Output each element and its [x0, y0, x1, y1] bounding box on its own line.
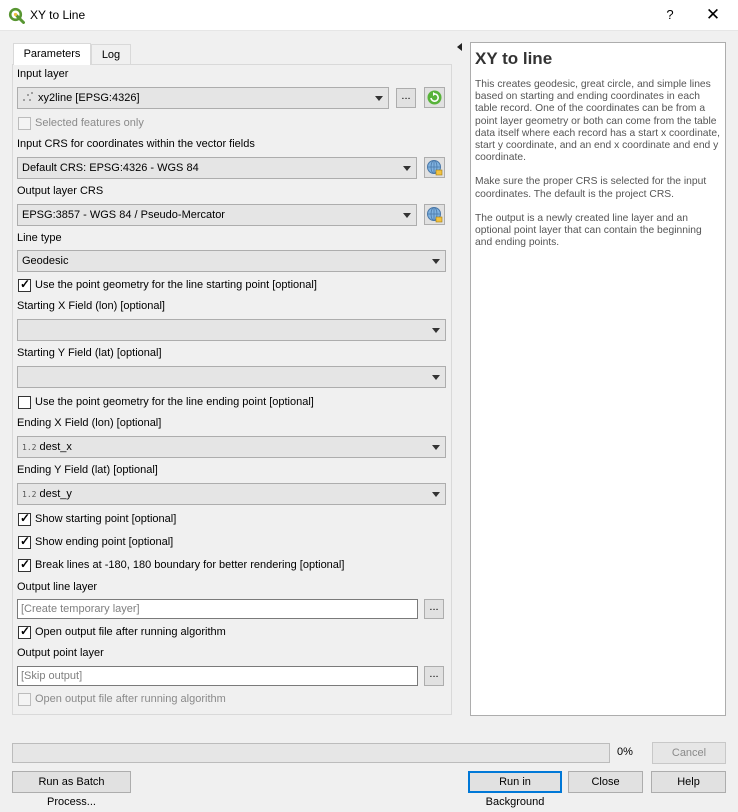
tab-log[interactable]: Log — [91, 44, 131, 65]
iterate-features-button[interactable] — [424, 87, 445, 108]
title-help-button[interactable]: ? — [660, 5, 680, 25]
start-y-combo[interactable] — [17, 366, 446, 388]
checkmark-icon: ✓ — [20, 624, 31, 638]
help-button[interactable]: Help — [651, 771, 726, 793]
line-type-value: Geodesic — [22, 255, 69, 267]
output-point-label: Output point layer — [17, 647, 104, 659]
open-line-output-checkbox[interactable]: ✓ — [18, 624, 31, 639]
show-start-checkbox[interactable]: ✓ — [18, 511, 31, 526]
qgis-logo-icon — [8, 7, 25, 24]
input-crs-value: Default CRS: EPSG:4326 - WGS 84 — [22, 162, 199, 174]
window-close-button[interactable]: ✕ — [700, 4, 726, 26]
point-layer-icon — [23, 92, 33, 101]
help-paragraph: This creates geodesic, great circle, and… — [475, 79, 720, 164]
use-end-geometry-label: Use the point geometry for the line endi… — [35, 396, 314, 408]
output-line-label: Output line layer — [17, 581, 98, 593]
selected-features-checkbox[interactable] — [18, 117, 31, 130]
use-start-geometry-checkbox[interactable]: ✓ — [18, 277, 31, 292]
window-title: XY to Line — [30, 8, 86, 22]
chevron-down-icon — [432, 445, 440, 450]
start-x-combo[interactable] — [17, 319, 446, 341]
output-crs-select-button[interactable] — [424, 204, 445, 225]
chevron-down-icon — [375, 96, 383, 101]
end-x-combo[interactable]: 1.2 dest_x — [17, 436, 446, 458]
use-end-geometry-checkbox[interactable] — [18, 396, 31, 409]
close-button[interactable]: Close — [568, 771, 643, 793]
collapse-help-icon[interactable] — [457, 43, 462, 51]
output-crs-combo[interactable]: EPSG:3857 - WGS 84 / Pseudo-Mercator — [17, 204, 417, 226]
progress-bar — [12, 743, 610, 763]
show-start-label: Show starting point [optional] — [35, 513, 177, 525]
cancel-button[interactable]: Cancel — [652, 742, 726, 764]
globe-icon — [427, 160, 443, 176]
help-panel: XY to line This creates geodesic, great … — [470, 42, 726, 716]
chevron-down-icon — [432, 259, 440, 264]
help-paragraph: Make sure the proper CRS is selected for… — [475, 176, 707, 200]
input-crs-label: Input CRS for coordinates within the vec… — [17, 138, 255, 150]
output-point-field[interactable]: [Skip output] — [17, 666, 418, 686]
input-layer-browse-button[interactable]: ... — [396, 88, 416, 108]
end-x-value: dest_x — [39, 441, 72, 453]
end-y-label: Ending Y Field (lat) [optional] — [17, 464, 158, 476]
checkmark-icon: ✓ — [20, 534, 31, 548]
use-start-geometry-label: Use the point geometry for the line star… — [35, 279, 317, 291]
help-paragraph: The output is a newly created line layer… — [475, 212, 702, 249]
selected-features-label: Selected features only — [35, 117, 144, 129]
open-point-output-label: Open output file after running algorithm — [35, 693, 226, 705]
numeric-field-icon: 1.2 — [22, 443, 37, 452]
checkmark-icon: ✓ — [20, 511, 31, 525]
break-lines-checkbox[interactable]: ✓ — [18, 557, 31, 572]
tab-parameters[interactable]: Parameters — [13, 43, 91, 65]
globe-icon — [427, 207, 443, 223]
run-background-button[interactable]: Run in Background — [468, 771, 562, 808]
chevron-down-icon — [403, 166, 411, 171]
help-title: XY to line — [475, 49, 553, 68]
chevron-down-icon — [403, 213, 411, 218]
chevron-down-icon — [432, 328, 440, 333]
open-point-output-checkbox[interactable] — [18, 693, 31, 706]
refresh-icon — [427, 90, 442, 105]
output-point-browse-button[interactable]: ... — [424, 666, 444, 686]
end-y-value: dest_y — [39, 488, 72, 500]
start-y-label: Starting Y Field (lat) [optional] — [17, 347, 162, 359]
line-type-label: Line type — [17, 232, 62, 244]
input-crs-combo[interactable]: Default CRS: EPSG:4326 - WGS 84 — [17, 157, 417, 179]
open-line-output-label: Open output file after running algorithm — [35, 626, 226, 638]
checkmark-icon: ✓ — [20, 277, 31, 291]
break-lines-label: Break lines at -180, 180 boundary for be… — [35, 559, 345, 571]
show-end-checkbox[interactable]: ✓ — [18, 534, 31, 549]
title-bar: XY to Line ? ✕ — [0, 0, 738, 31]
output-crs-value: EPSG:3857 - WGS 84 / Pseudo-Mercator — [22, 209, 225, 221]
chevron-down-icon — [432, 375, 440, 380]
show-end-label: Show ending point [optional] — [35, 536, 174, 548]
numeric-field-icon: 1.2 — [22, 490, 37, 499]
output-line-field[interactable]: [Create temporary layer] — [17, 599, 418, 619]
input-layer-combo[interactable]: xy2line [EPSG:4326] — [17, 87, 389, 109]
run-batch-button[interactable]: Run as Batch Process... — [12, 771, 131, 808]
output-line-browse-button[interactable]: ... — [424, 599, 444, 619]
progress-percent: 0% — [617, 746, 633, 758]
input-layer-label: Input layer — [17, 68, 69, 80]
end-y-combo[interactable]: 1.2 dest_y — [17, 483, 446, 505]
checkmark-icon: ✓ — [20, 557, 31, 571]
input-crs-select-button[interactable] — [424, 157, 445, 178]
chevron-down-icon — [432, 492, 440, 497]
end-x-label: Ending X Field (lon) [optional] — [17, 417, 162, 429]
output-crs-label: Output layer CRS — [17, 185, 104, 197]
input-layer-value: xy2line [EPSG:4326] — [38, 92, 140, 104]
start-x-label: Starting X Field (lon) [optional] — [17, 300, 165, 312]
line-type-combo[interactable]: Geodesic — [17, 250, 446, 272]
